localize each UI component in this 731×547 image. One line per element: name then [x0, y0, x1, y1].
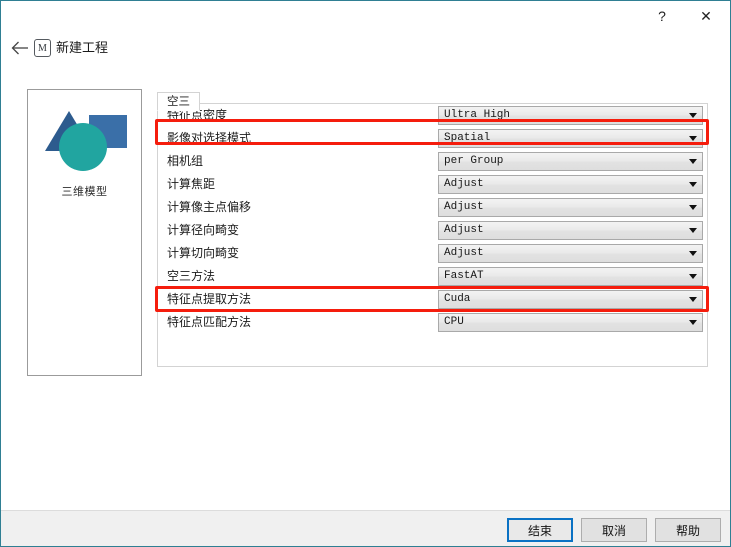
settings-row: 特征点密度 Ultra High — [158, 104, 707, 127]
cancel-button[interactable]: 取消 — [581, 518, 647, 542]
help-icon[interactable]: ? — [640, 1, 684, 30]
chevron-down-icon — [689, 159, 697, 164]
dialog-footer: 结束 取消 帮助 — [1, 510, 730, 546]
finish-button[interactable]: 结束 — [507, 518, 573, 542]
settings-row-value: Adjust — [444, 247, 484, 259]
settings-row-dropdown[interactable]: Cuda — [438, 290, 703, 309]
preview-caption: 三维模型 — [61, 186, 108, 198]
settings-row: 影像对选择模式 Spatial — [158, 127, 707, 150]
settings-row-dropdown[interactable]: FastAT — [438, 267, 703, 286]
tab-aerial-triangulation[interactable]: 空三 — [157, 92, 200, 111]
settings-row: 计算切向畸变 Adjust — [158, 242, 707, 265]
settings-row-label: 计算切向畸变 — [167, 246, 240, 260]
chevron-down-icon — [689, 113, 697, 118]
help-glyph: ? — [658, 7, 666, 24]
title-bar: ? ✕ — [1, 1, 730, 31]
settings-row-value: Adjust — [444, 201, 484, 213]
chevron-down-icon — [689, 274, 697, 279]
chevron-down-icon — [689, 205, 697, 210]
settings-row-dropdown[interactable]: CPU — [438, 313, 703, 332]
settings-row: 特征点匹配方法 CPU — [158, 311, 707, 334]
preview-panel: 三维模型 — [27, 89, 142, 376]
settings-row-value: Spatial — [444, 132, 491, 144]
close-glyph: ✕ — [700, 7, 712, 24]
navigation-bar: M 新建工程 — [1, 33, 730, 63]
three-d-model-icon — [41, 107, 131, 175]
settings-row: 计算径向畸变 Adjust — [158, 219, 707, 242]
settings-row-value: per Group — [444, 155, 504, 167]
settings-row-label: 相机组 — [167, 154, 204, 168]
settings-row-value: Adjust — [444, 224, 484, 236]
settings-row: 特征点提取方法 Cuda — [158, 288, 707, 311]
chevron-down-icon — [689, 182, 697, 187]
chevron-down-icon — [689, 297, 697, 302]
settings-row-label: 影像对选择模式 — [167, 131, 252, 145]
settings-row-label: 计算像主点偏移 — [167, 200, 252, 214]
tab-strip: 空三 — [157, 92, 200, 111]
settings-row-dropdown[interactable]: Adjust — [438, 221, 703, 240]
settings-row-value: CPU — [444, 316, 464, 328]
back-arrow-icon[interactable] — [9, 37, 31, 59]
chevron-down-icon — [689, 251, 697, 256]
help-button[interactable]: 帮助 — [655, 518, 721, 542]
chevron-down-icon — [689, 320, 697, 325]
settings-row-value: Ultra High — [444, 109, 511, 121]
app-badge-icon: M — [34, 39, 51, 57]
settings-row: 计算焦距 Adjust — [158, 173, 707, 196]
settings-row-label: 空三方法 — [167, 269, 216, 283]
chevron-down-icon — [689, 136, 697, 141]
settings-row-label: 计算径向畸变 — [167, 223, 240, 237]
chevron-down-icon — [689, 228, 697, 233]
settings-row-label: 特征点匹配方法 — [167, 315, 252, 329]
settings-row-value: Cuda — [444, 293, 471, 305]
settings-row-value: Adjust — [444, 178, 484, 190]
settings-row-label: 计算焦距 — [167, 177, 216, 191]
settings-row-label: 特征点提取方法 — [167, 292, 252, 306]
settings-row-value: FastAT — [444, 270, 484, 282]
settings-row-list: 特征点密度 Ultra High 影像对选择模式 Spatial 相机组 per Grou… — [158, 104, 707, 334]
settings-row-dropdown[interactable]: Adjust — [438, 175, 703, 194]
settings-row: 计算像主点偏移 Adjust — [158, 196, 707, 219]
settings-row: 相机组 per Group — [158, 150, 707, 173]
close-icon[interactable]: ✕ — [684, 1, 728, 30]
settings-row-dropdown[interactable]: per Group — [438, 152, 703, 171]
settings-row-dropdown[interactable]: Spatial — [438, 129, 703, 148]
settings-row-dropdown[interactable]: Ultra High — [438, 106, 703, 125]
new-project-dialog: ? ✕ M 新建工程 三维模型 空三 特征点密度 Ultra High 影像对选… — [0, 0, 731, 547]
app-badge-letter: M — [38, 42, 47, 54]
settings-row: 空三方法 FastAT — [158, 265, 707, 288]
page-title: 新建工程 — [56, 40, 109, 55]
settings-row-dropdown[interactable]: Adjust — [438, 244, 703, 263]
settings-row-dropdown[interactable]: Adjust — [438, 198, 703, 217]
